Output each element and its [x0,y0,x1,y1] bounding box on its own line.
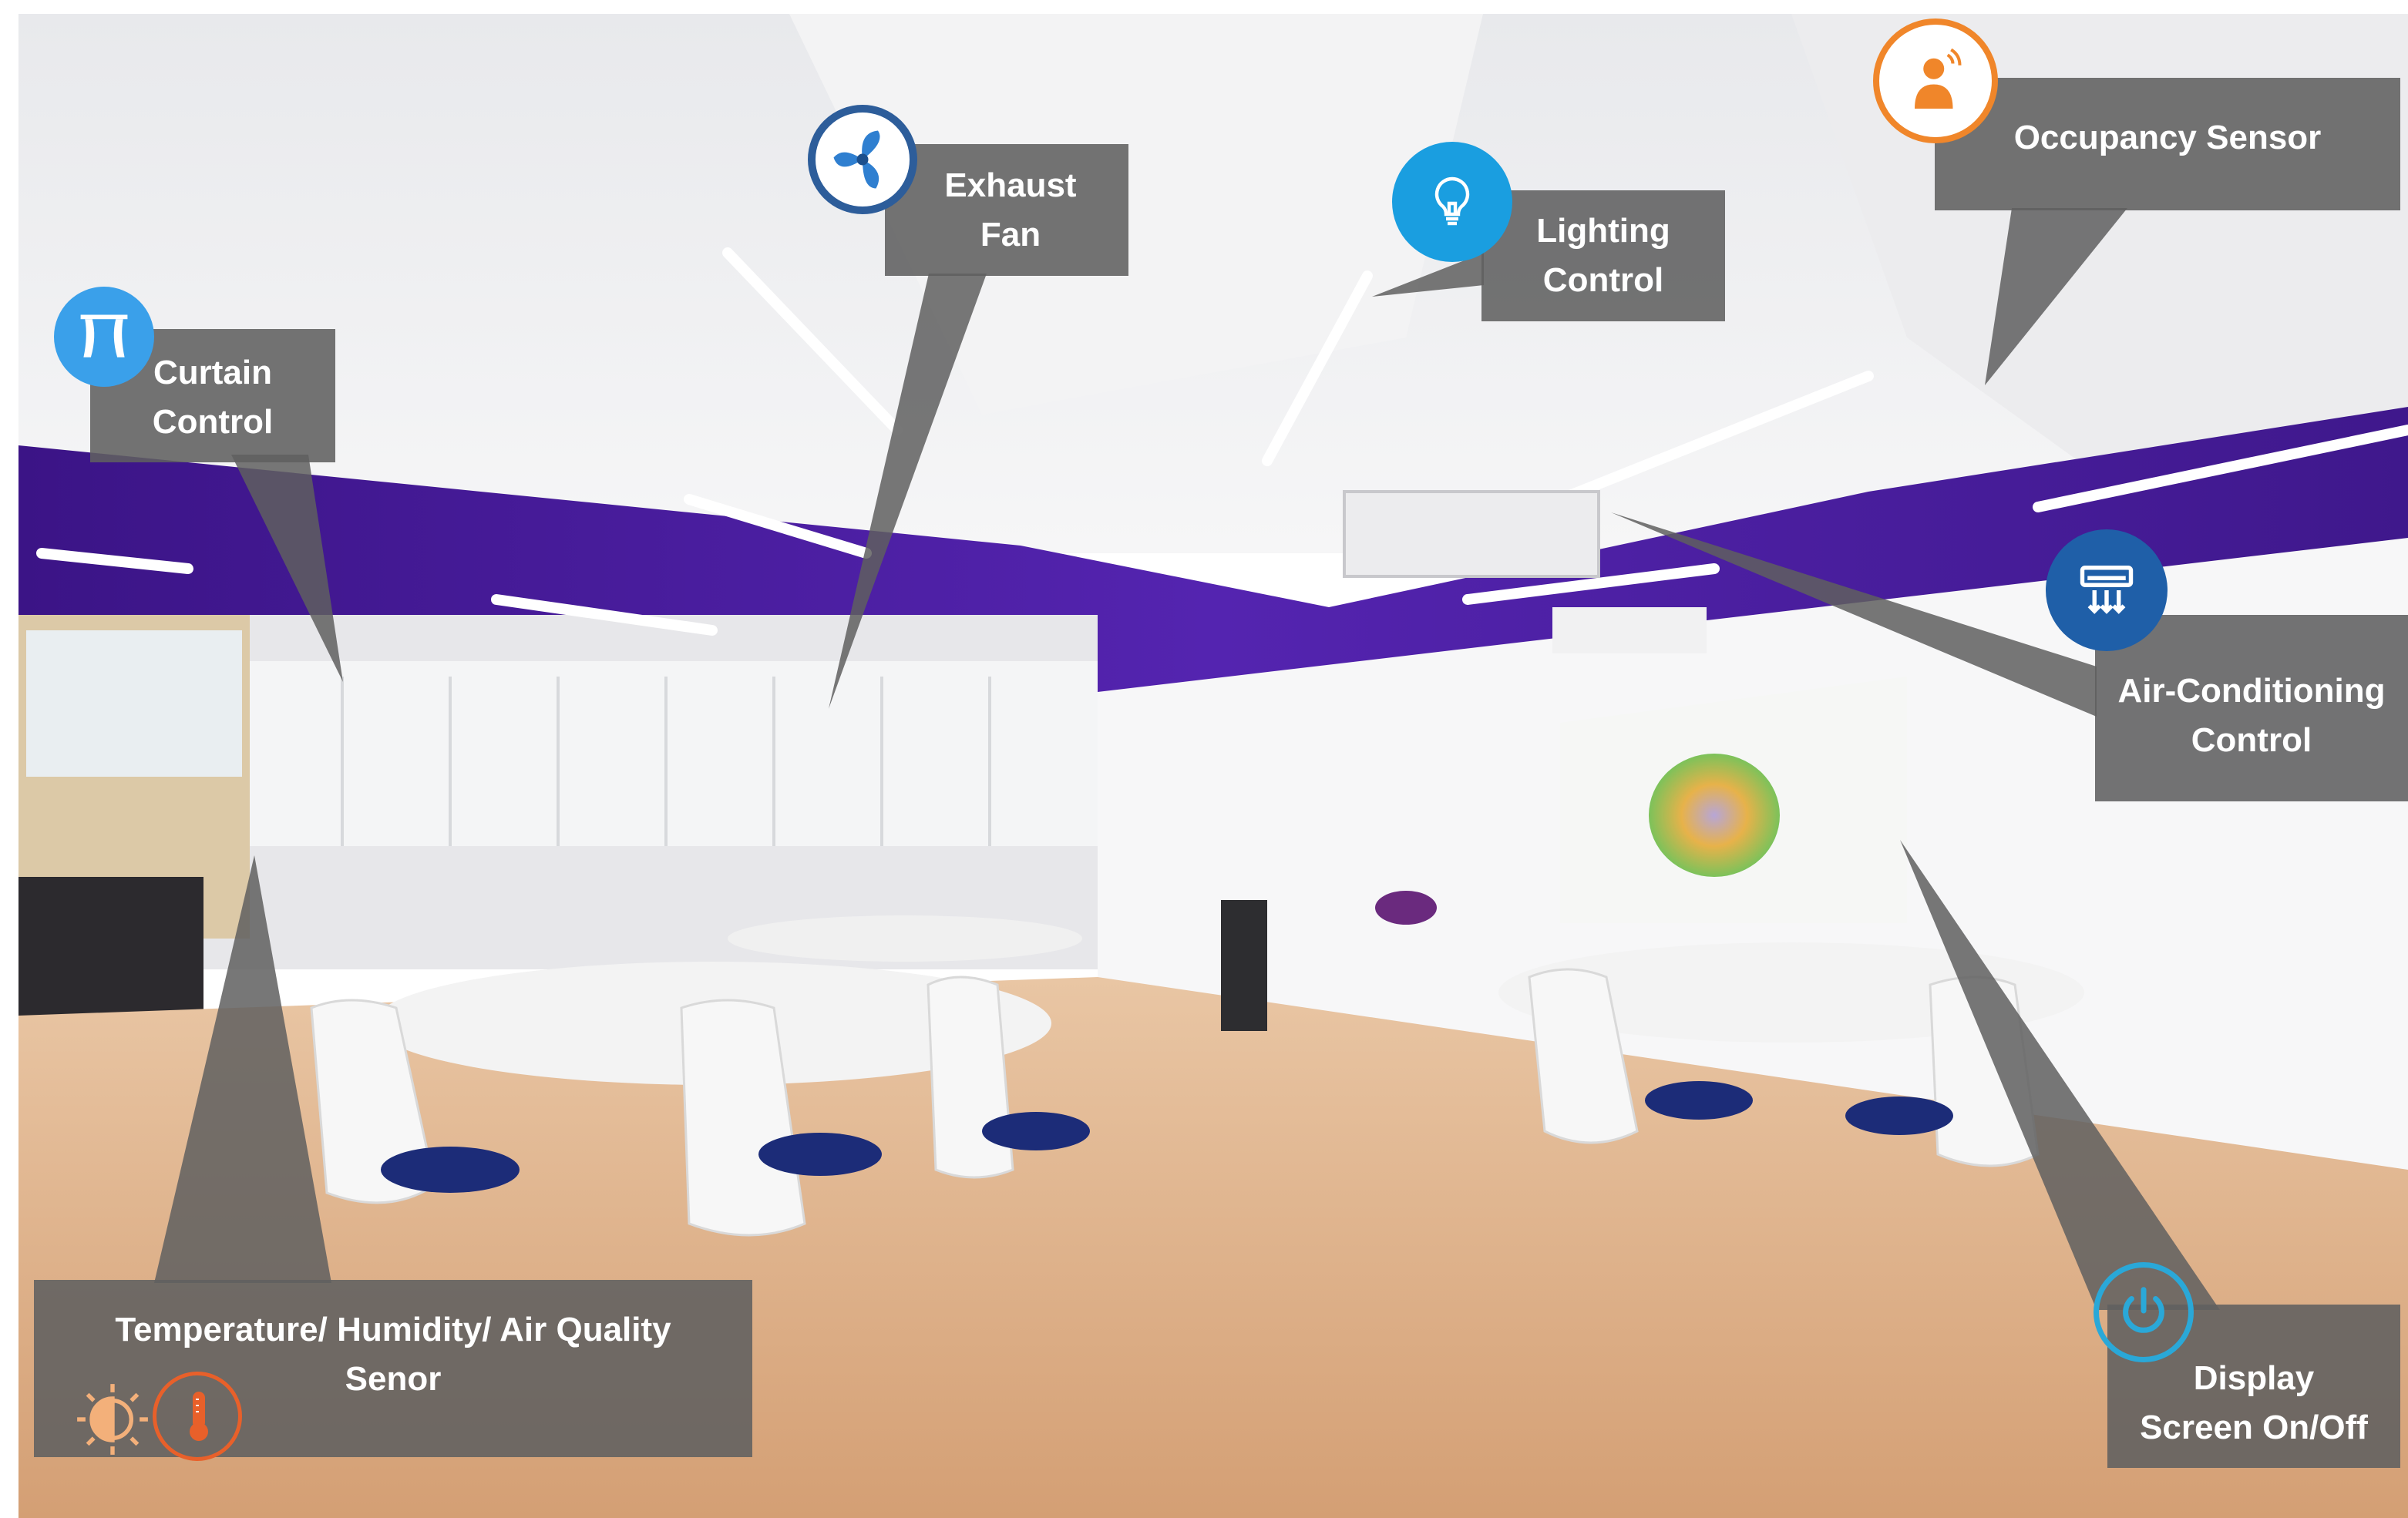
lightbulb-icon [1392,142,1512,262]
lighting-control-label: Lighting Control [1481,190,1725,321]
occupancy-sensor-label: Occupancy Sensor [1935,78,2400,210]
person-icon [1873,18,1998,143]
fan-icon [808,105,917,214]
display-label-line1: Display [2193,1359,2315,1398]
lighting-label-line1: Lighting [1536,212,1670,250]
exhaust-fan-label-line1: Exhaust [944,166,1077,204]
sun-icon [71,1378,154,1461]
air-conditioning-label: Air-Conditioning Control [2095,615,2408,801]
exhaust-fan-label: Exhaust Fan [885,144,1128,276]
exhaust-fan-label-line2: Fan [980,215,1041,254]
lighting-label-line2: Control [1542,261,1664,299]
display-label-line2: Screen On/Off [2140,1409,2368,1446]
thermometer-icon [153,1372,242,1461]
aircon-label-line2: Control [2191,721,2312,759]
power-icon [2094,1262,2194,1362]
curtain-icon [54,287,154,387]
occupancy-label-line1: Occupancy Sensor [2013,119,2322,157]
aircon-label-line1: Air-Conditioning [2117,672,2386,710]
curtain-label-line2: Control [152,402,274,441]
env-sensor-label-line1: Temperature/ Humidity/ Air Quality [115,1311,671,1349]
air-conditioner-icon [2046,529,2168,651]
curtain-label-line1: Curtain [153,353,272,391]
